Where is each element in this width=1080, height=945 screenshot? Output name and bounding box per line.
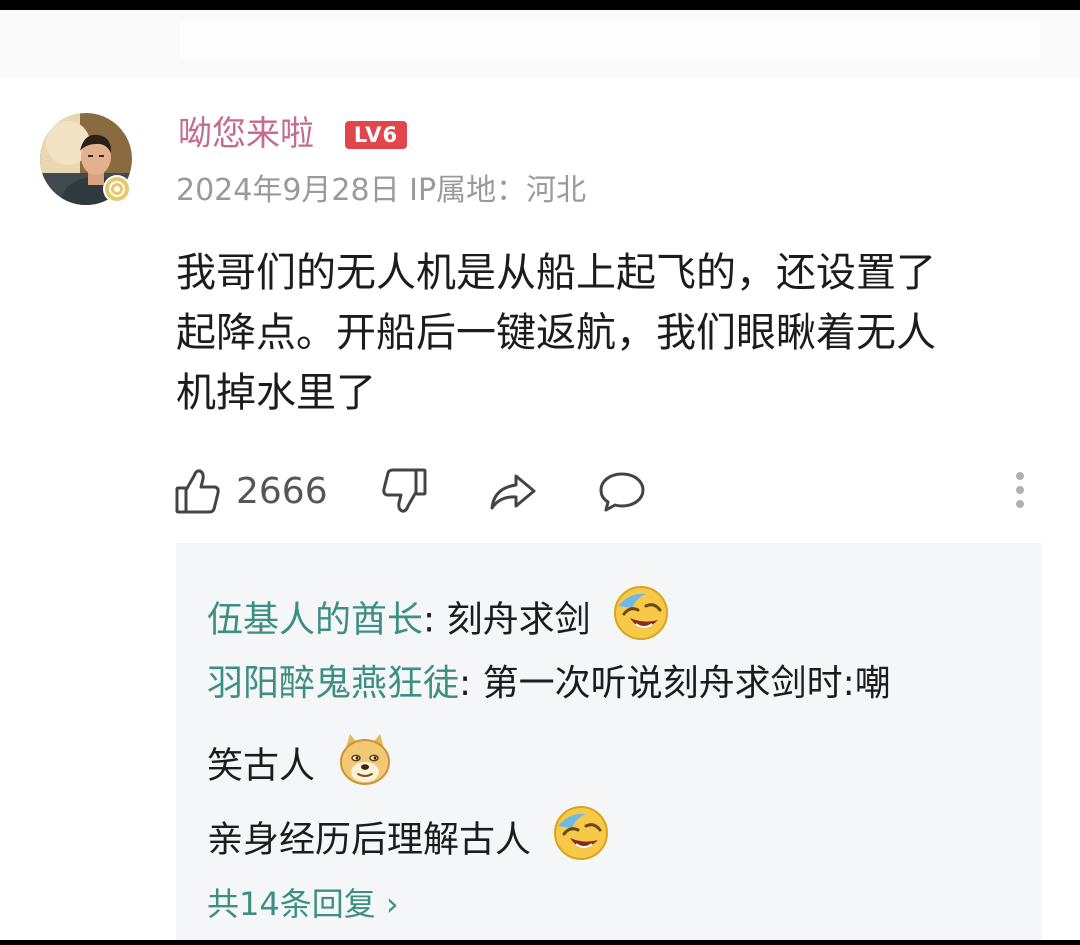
laughing-crying-emoji-icon bbox=[612, 584, 670, 659]
comment-ip-location: IP属地：河北 bbox=[409, 173, 587, 208]
comment-icon[interactable] bbox=[598, 466, 646, 520]
reply-text: 笑古人 bbox=[207, 745, 316, 787]
reply-item-continuation[interactable]: 笑古人 bbox=[207, 730, 394, 805]
more-replies-link[interactable]: 共14条回复 › bbox=[207, 876, 399, 932]
reply-item[interactable]: 亲身经历后理解古人 bbox=[207, 804, 610, 879]
reply-text: : 第一次听说刻舟求剑时:嘲 bbox=[459, 663, 891, 704]
chevron-right-icon: › bbox=[385, 885, 399, 923]
comment-text-line: 起降点。开船后一键返航，我们眼瞅着无人 bbox=[176, 310, 936, 356]
doge-emoji-icon bbox=[336, 730, 394, 805]
reply-author[interactable]: 伍基人的酋长 bbox=[207, 600, 423, 641]
like-count: 2666 bbox=[236, 471, 328, 512]
share-icon[interactable] bbox=[488, 466, 538, 520]
comment-actions: 2666 bbox=[0, 460, 1080, 524]
more-replies-label: 共14条回复 bbox=[207, 885, 376, 923]
comment-meta: 2024年9月28日 IP属地：河北 bbox=[176, 168, 586, 214]
more-vertical-icon[interactable] bbox=[1010, 468, 1030, 516]
avatar-verified-badge-icon bbox=[102, 174, 132, 204]
thumbs-up-icon[interactable] bbox=[174, 466, 222, 520]
laughing-crying-emoji-icon bbox=[552, 804, 610, 879]
level-badge: LV6 bbox=[345, 121, 407, 149]
reply-author[interactable]: 羽阳醉鬼燕狂徒 bbox=[207, 663, 459, 704]
bottom-edge-bar bbox=[0, 940, 1080, 945]
reply-item[interactable]: 伍基人的酋长: 刻舟求剑 bbox=[207, 584, 670, 659]
comment-text-line: 机掉水里了 bbox=[176, 370, 376, 416]
previous-comment-card bbox=[0, 10, 1080, 78]
comment-screen: 呦您来啦 LV6 2024年9月28日 IP属地：河北 我哥们的无人机是从船上起… bbox=[0, 0, 1080, 945]
comment-date: 2024年9月28日 bbox=[176, 173, 400, 208]
top-edge-bar bbox=[0, 0, 1080, 10]
reply-text: : 刻舟求剑 bbox=[423, 599, 591, 641]
previous-comment-placeholder bbox=[180, 20, 1040, 60]
comment-text-line: 我哥们的无人机是从船上起飞的，还设置了 bbox=[176, 250, 936, 296]
reply-text: 亲身经历后理解古人 bbox=[207, 819, 532, 861]
comment-username[interactable]: 呦您来啦 bbox=[178, 110, 314, 158]
reply-item[interactable]: 羽阳醉鬼燕狂徒: 第一次听说刻舟求剑时:嘲 bbox=[207, 656, 891, 712]
thumbs-down-icon[interactable] bbox=[380, 466, 428, 520]
comment-body: 我哥们的无人机是从船上起飞的，还设置了 起降点。开船后一键返航，我们眼瞅着无人 … bbox=[176, 243, 1046, 423]
